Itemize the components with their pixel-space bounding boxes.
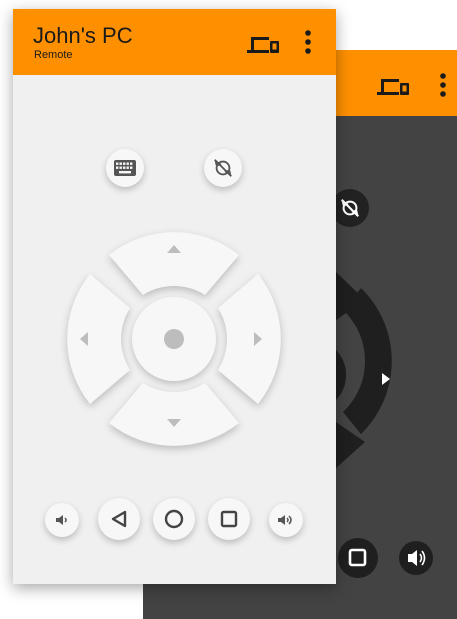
back-button[interactable] [98, 498, 140, 540]
dot-icon [164, 329, 184, 349]
volume-down-button[interactable] [45, 503, 79, 537]
home-button[interactable] [153, 498, 195, 540]
dpad-up[interactable] [109, 232, 239, 295]
home-circle-icon [164, 509, 184, 529]
volume-up-button[interactable] [269, 503, 303, 537]
keyboard-button[interactable] [106, 149, 144, 187]
light-remote-screen: John's PC Remote [13, 9, 336, 584]
back-triangle-icon [111, 510, 127, 528]
app-bar: John's PC Remote [13, 9, 336, 75]
dpad [66, 231, 282, 447]
keyboard-icon [114, 160, 136, 176]
dpad-left[interactable] [67, 274, 130, 404]
page-subtitle: Remote [34, 49, 73, 61]
devices-icon[interactable] [246, 35, 280, 55]
dpad-down[interactable] [109, 383, 239, 446]
sync-disabled-button[interactable] [204, 149, 242, 187]
volume-down-icon [56, 515, 67, 525]
dark-recents-button[interactable] [338, 538, 378, 578]
volume-up-icon [278, 515, 292, 525]
sync-disabled-icon [214, 159, 232, 177]
page-title: John's PC [33, 23, 133, 48]
recents-square-icon [220, 510, 238, 528]
dpad-right[interactable] [218, 274, 281, 404]
more-vert-icon[interactable] [304, 29, 312, 55]
dpad-ok-button[interactable] [132, 297, 216, 381]
recents-button[interactable] [208, 498, 250, 540]
